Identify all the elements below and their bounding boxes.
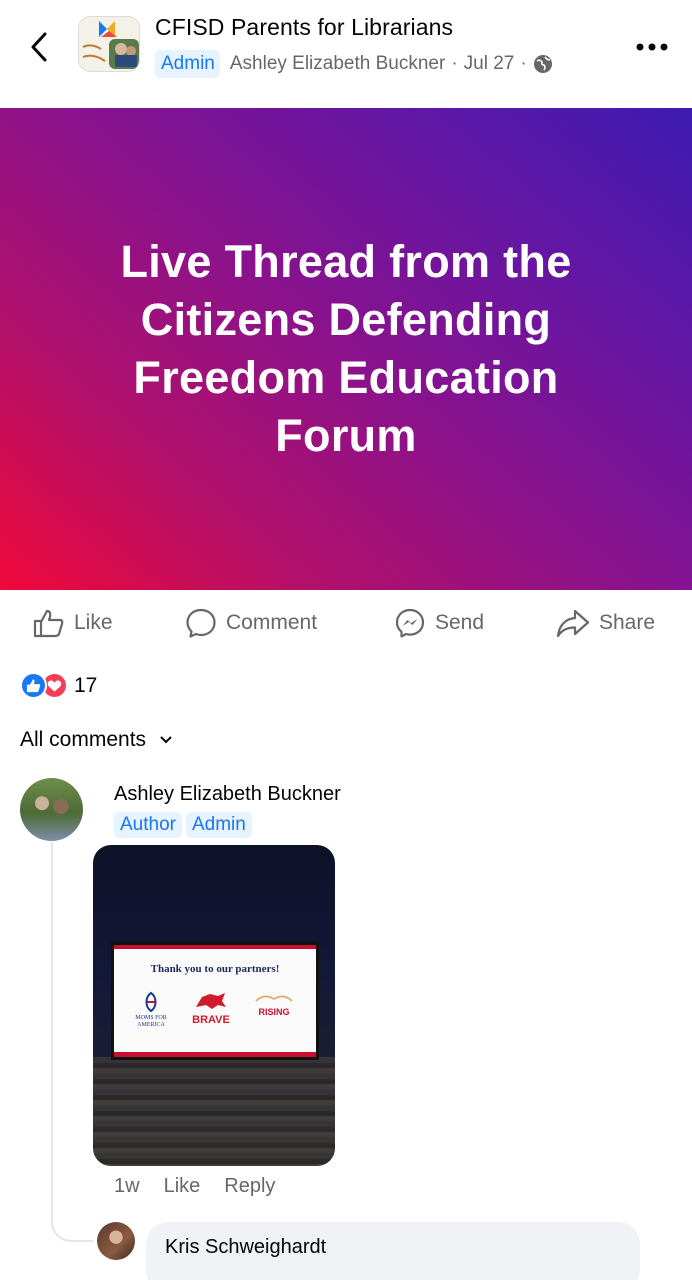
comment-icon — [186, 608, 216, 638]
group-name[interactable]: CFISD Parents for Librarians — [155, 14, 453, 41]
avatar[interactable] — [97, 1222, 135, 1260]
comment-label: Comment — [226, 611, 318, 634]
comment-badges: Author Admin — [114, 812, 256, 838]
post-banner[interactable]: Live Thread from the Citizens Defending … — [0, 108, 692, 590]
reactions-summary[interactable]: 17 — [20, 672, 97, 699]
messenger-icon — [395, 608, 425, 638]
separator-dot: · — [520, 53, 527, 74]
thread-connector — [51, 1200, 93, 1242]
separator-dot: · — [451, 53, 458, 74]
partner-logo-moms: MOMS FOR AMERICA — [128, 991, 174, 1029]
share-icon — [556, 609, 590, 638]
share-label: Share — [599, 611, 656, 634]
comments-filter[interactable]: All comments — [20, 728, 172, 752]
post-author[interactable]: Ashley Elizabeth Buckner — [230, 53, 445, 75]
chevron-left-icon — [31, 32, 47, 62]
comments-filter-label: All comments — [20, 728, 147, 751]
banner-text: Live Thread from the Citizens Defending … — [120, 236, 572, 461]
like-reaction-icon — [20, 672, 47, 699]
post-meta: Admin Ashley Elizabeth Buckner · Jul 27 … — [155, 50, 553, 78]
partner-logo-brave: BRAVE — [188, 991, 234, 1026]
comment-meta: 1w Like Reply — [114, 1175, 299, 1198]
more-options-button[interactable] — [634, 32, 670, 62]
avatar[interactable] — [20, 778, 83, 841]
comment-author[interactable]: Ashley Elizabeth Buckner — [114, 783, 341, 806]
thumbs-up-icon — [33, 609, 64, 638]
admin-badge: Admin — [185, 812, 252, 838]
group-avatar[interactable] — [78, 16, 140, 72]
reaction-count: 17 — [74, 673, 98, 697]
screen-title: Thank you to our partners! — [150, 963, 280, 975]
send-label: Send — [435, 611, 485, 634]
chevron-down-icon — [160, 736, 172, 744]
partners-screen: Thank you to our partners! MOMS FOR AMER… — [111, 942, 319, 1060]
thread-line — [51, 842, 53, 1226]
like-label: Like — [74, 611, 113, 634]
post-date[interactable]: Jul 27 — [464, 53, 515, 75]
send-button[interactable]: Send — [394, 592, 484, 654]
post-header: CFISD Parents for Librarians Admin Ashle… — [0, 0, 692, 108]
comment-button[interactable]: Comment — [185, 592, 317, 654]
more-horizontal-icon — [636, 43, 668, 51]
comment-photo[interactable]: Thank you to our partners! MOMS FOR AMER… — [93, 845, 335, 1166]
back-button[interactable] — [22, 28, 56, 66]
photo-wall — [93, 1057, 335, 1166]
share-button[interactable]: Share — [556, 592, 655, 654]
partner-logo-rising: RISING — [246, 991, 302, 1017]
like-button[interactable]: Like — [33, 592, 113, 654]
author-badge: Author — [114, 812, 182, 838]
reply-author[interactable]: Kris Schweighardt — [165, 1236, 326, 1259]
comment-reply-button[interactable]: Reply — [224, 1175, 275, 1198]
admin-badge: Admin — [155, 50, 220, 78]
post-action-bar: Like Comment Send Share — [0, 592, 692, 654]
globe-icon — [533, 55, 552, 73]
comment-like-button[interactable]: Like — [164, 1175, 201, 1198]
comment-time[interactable]: 1w — [114, 1175, 140, 1198]
